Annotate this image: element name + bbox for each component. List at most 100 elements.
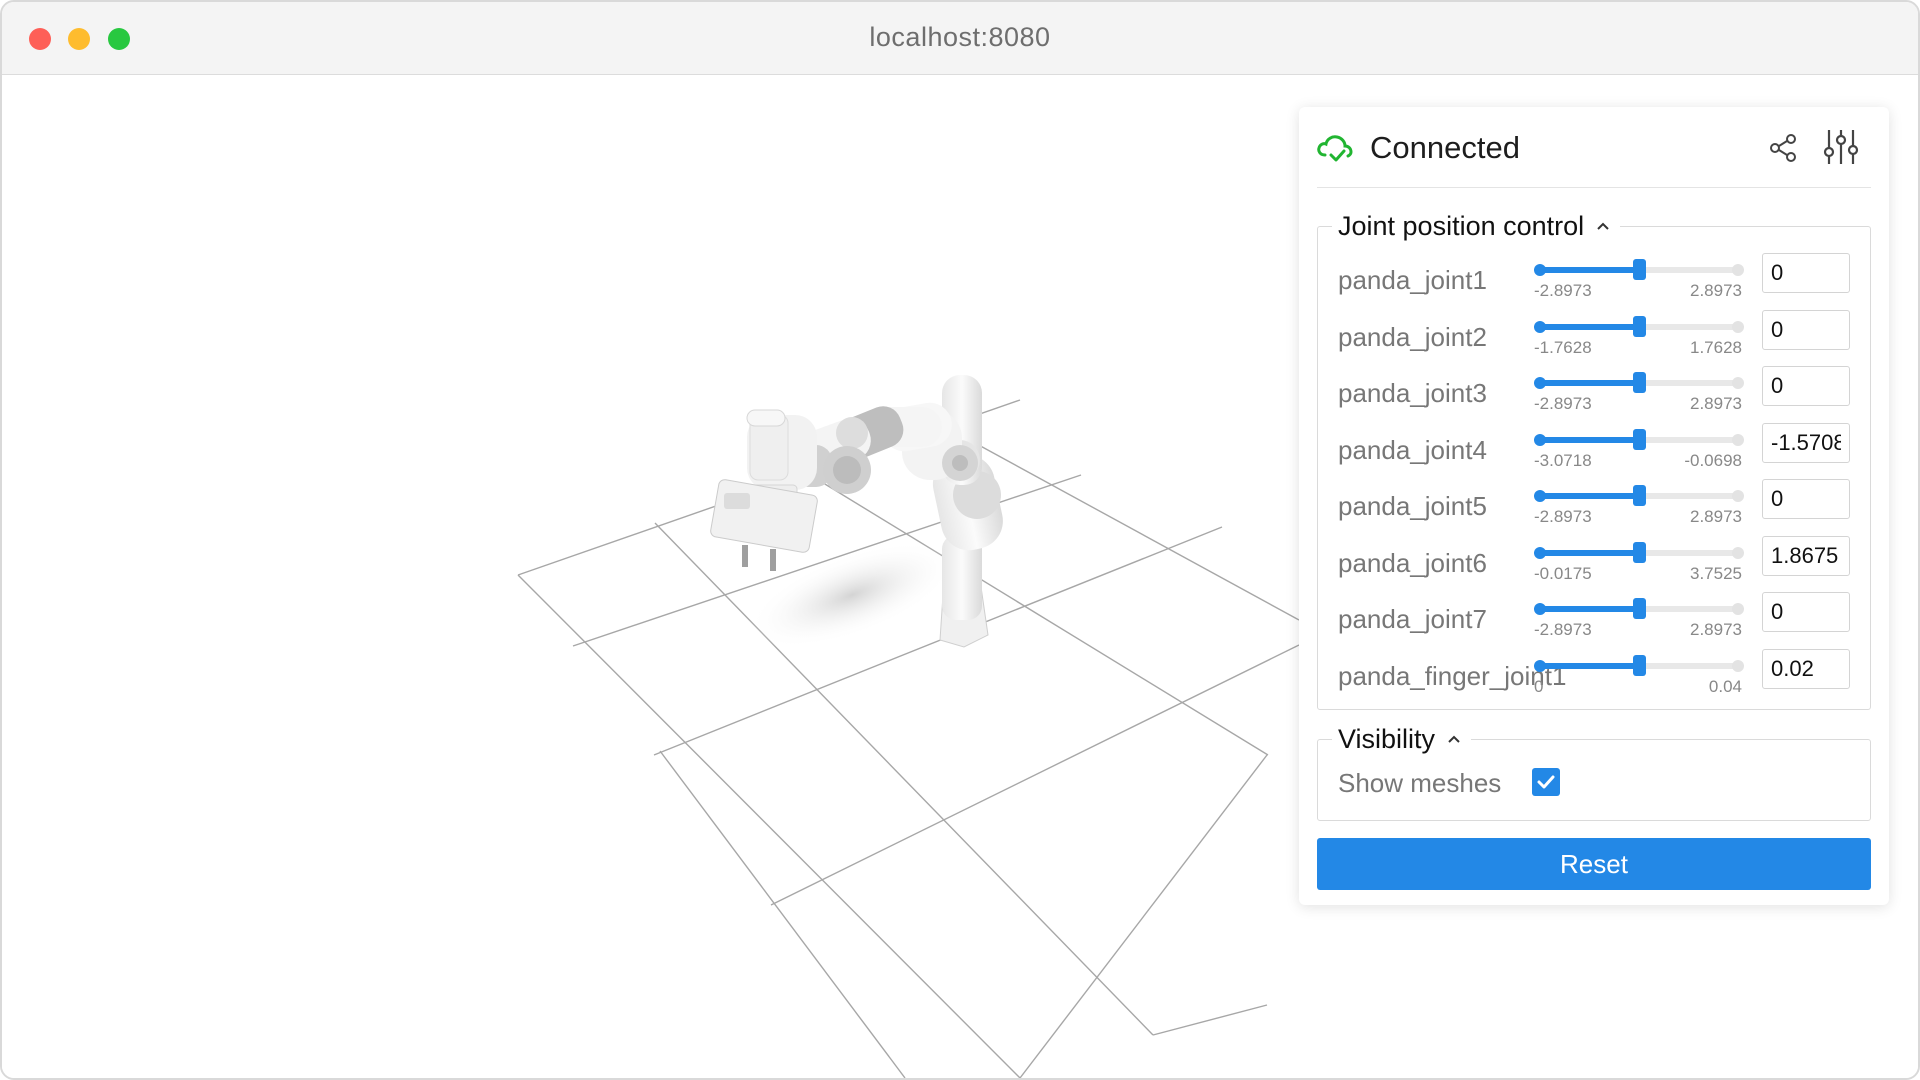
joint-row: panda_joint5 -2.8973 2.8973 [1318,479,1870,537]
slider-thumb[interactable] [1633,541,1646,563]
slider-min-label: -2.8973 [1534,620,1592,639]
joint-value-input[interactable] [1762,309,1850,350]
slider-fill [1538,436,1639,443]
joint-slider[interactable]: -1.7628 1.7628 [1534,312,1744,357]
slider-thumb[interactable] [1633,372,1646,393]
slider-end-cap [1732,433,1744,446]
slider-fill [1538,662,1639,669]
slider-start-cap [1534,433,1546,446]
slider-end-cap [1732,659,1744,672]
joint-slider[interactable]: -0.0175 3.7525 [1534,538,1744,583]
slider-min-label: -2.8973 [1534,281,1592,300]
slider-min-label: -1.7628 [1534,337,1592,357]
joint-label: panda_joint6 [1338,547,1487,578]
joint-label: panda_finger_joint1 [1338,660,1567,691]
slider-end-cap [1732,377,1744,389]
connection-status: Connected [1370,130,1520,165]
browser-window: localhost:8080 Connected Joint position … [0,0,1920,1080]
joint-value-input[interactable] [1762,253,1850,293]
slider-start-cap [1534,320,1546,333]
slider-max-label: 1.7628 [1690,337,1742,357]
slider-thumb[interactable] [1633,428,1646,450]
joint-label: panda_joint4 [1338,434,1487,465]
slider-min-label: -3.0718 [1534,450,1592,470]
joint-position-group: Joint position control panda_joint1 -2.89… [1317,209,1871,710]
joint-value-input[interactable] [1762,422,1850,463]
cloud-check-icon [1317,135,1353,162]
slider-start-cap [1534,659,1546,672]
chevron-up-icon [1597,222,1609,230]
reset-button[interactable]: Reset [1317,838,1871,890]
joint-slider[interactable]: -2.8973 2.8973 [1534,594,1744,639]
slider-max-label: 2.8973 [1690,507,1742,526]
slider-start-cap [1534,490,1546,502]
joint-label: panda_joint2 [1338,321,1487,352]
slider-fill [1538,493,1639,499]
joint-value-input[interactable] [1762,366,1850,406]
slider-thumb[interactable] [1633,654,1646,676]
joint-label: panda_joint1 [1338,265,1487,295]
joint-value-input[interactable] [1762,648,1850,689]
joint-row: panda_joint4 -3.0718 -0.0698 [1318,422,1870,481]
joint-row: panda_finger_joint1 0 0.04 [1318,648,1870,707]
panel-header: Connected [1317,107,1871,188]
slider-start-cap [1534,603,1546,615]
slider-end-cap [1732,320,1744,333]
joint-value-input[interactable] [1762,592,1850,632]
joint-row: panda_joint3 -2.8973 2.8973 [1318,366,1870,424]
visibility-title: Visibility [1338,724,1436,754]
slider-fill [1538,267,1639,273]
joint-row: panda_joint2 -1.7628 1.7628 [1318,309,1870,368]
slider-min-label: -0.0175 [1534,563,1592,583]
slider-max-label: 2.8973 [1690,620,1742,639]
slider-thumb[interactable] [1633,485,1646,506]
slider-start-cap [1534,264,1546,276]
slider-end-cap [1732,264,1744,276]
slider-fill [1538,323,1639,330]
share-icon[interactable] [1768,133,1798,163]
joint-label: panda_joint7 [1338,604,1487,634]
sliders-icon[interactable] [1823,128,1859,166]
slider-start-cap [1534,546,1546,559]
slider-max-label: 0.04 [1708,676,1742,696]
slider-thumb[interactable] [1633,598,1646,619]
visibility-toggle[interactable]: Visibility [1332,722,1472,756]
slider-fill [1538,606,1639,612]
slider-end-cap [1732,490,1744,502]
joint-row: panda_joint6 -0.0175 3.7525 [1318,535,1870,594]
joint-row: panda_joint1 -2.8973 2.8973 [1318,253,1870,311]
slider-min-label: -2.8973 [1534,394,1592,413]
joint-label: panda_joint3 [1338,378,1487,408]
joint-value-input[interactable] [1762,535,1850,576]
joint-slider[interactable]: 0 0.04 [1534,651,1744,696]
slider-max-label: 3.7525 [1690,563,1742,583]
slider-fill [1538,380,1639,386]
visibility-group: Visibility Show meshes [1317,722,1871,821]
slider-max-label: -0.0698 [1684,450,1742,470]
show-meshes-label: Show meshes [1338,768,1502,798]
url-title: localhost:8080 [869,22,1051,52]
slider-start-cap [1534,377,1546,389]
joint-slider[interactable]: -3.0718 -0.0698 [1534,425,1744,470]
joint-value-input[interactable] [1762,479,1850,519]
chevron-up-icon [1448,735,1460,743]
joint-position-toggle[interactable]: Joint position control [1332,209,1621,243]
slider-min-label: -2.8973 [1534,507,1592,526]
joint-row: panda_joint7 -2.8973 2.8973 [1318,592,1870,650]
slider-max-label: 2.8973 [1690,281,1742,300]
checkmark-icon [1537,775,1555,789]
title-bar: localhost:8080 [2,2,1918,75]
slider-min-label: 0 [1534,676,1544,696]
slider-max-label: 2.8973 [1690,394,1742,413]
joint-slider[interactable]: -2.8973 2.8973 [1534,481,1744,526]
slider-end-cap [1732,603,1744,615]
joint-slider[interactable]: -2.8973 2.8973 [1534,255,1744,300]
joint-slider[interactable]: -2.8973 2.8973 [1534,368,1744,413]
slider-thumb[interactable] [1633,259,1646,280]
slider-thumb[interactable] [1633,315,1646,337]
slider-end-cap [1732,546,1744,559]
ground-grid [517,399,1300,1078]
show-meshes-checkbox[interactable] [1532,768,1560,796]
slider-fill [1538,549,1639,556]
joint-label: panda_joint5 [1338,491,1487,521]
